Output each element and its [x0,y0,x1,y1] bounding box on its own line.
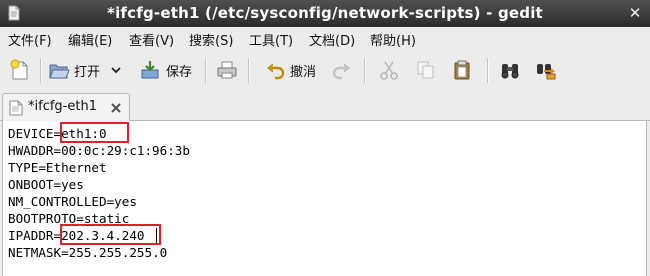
undo-label: 撤消 [290,64,317,80]
text-cursor [156,228,157,243]
printer-icon [216,59,238,81]
undo-button[interactable]: 撤消 [265,49,316,91]
paste-button[interactable] [451,49,473,91]
editor-line[interactable]: HWADDR=00:0c:29:c1:96:3b [8,142,190,159]
find-replace-button[interactable] [535,49,557,91]
editor-line[interactable]: ONBOOT=yes [8,176,84,193]
clipboard-icon [451,59,473,81]
toolbar: 打开 保存 撤消 [0,49,650,91]
copy-icon [415,59,437,81]
cut-button[interactable] [378,49,400,91]
chevron-down-icon [110,64,122,76]
annotation-box-device [60,122,129,143]
tab-label: *ifcfg-eth1 [28,99,97,114]
document-tab-bar: *ifcfg-eth1 [0,91,650,121]
save-icon [139,59,161,81]
menu-bar: 文件(F) 编辑(E) 查看(V) 搜索(S) 工具(T) 文档(D) 帮助(H… [0,27,650,49]
editor-line[interactable]: NM_CONTROLLED=yes [8,193,137,210]
menu-documents[interactable]: 文档(D) [309,30,355,49]
print-button[interactable] [216,49,238,91]
redo-button[interactable] [330,49,352,91]
close-icon[interactable] [109,100,123,114]
binoculars-icon [499,59,521,81]
find-replace-icon [535,59,557,81]
save-button[interactable]: 保存 [139,49,192,91]
scissors-icon [378,59,400,81]
open-folder-icon [48,59,70,81]
save-label: 保存 [166,64,193,80]
document-icon [9,100,23,120]
redo-icon [330,59,352,81]
open-recent-dropdown[interactable] [110,49,122,91]
editor-line[interactable]: NETMASK=255.255.255.0 [8,244,167,261]
menu-file[interactable]: 文件(F) [8,30,52,49]
new-document-icon [9,59,31,81]
menu-view[interactable]: 查看(V) [129,30,174,49]
open-label: 打开 [74,64,101,80]
menu-edit[interactable]: 编辑(E) [68,30,112,49]
annotation-box-ipaddr [60,224,161,245]
undo-icon [265,59,287,81]
new-button[interactable] [9,49,31,91]
copy-button[interactable] [415,49,437,91]
find-button[interactable] [499,49,521,91]
title-bar: *ifcfg-eth1 (/etc/sysconfig/network-scri… [0,0,650,27]
tab-ifcfg-eth1[interactable]: *ifcfg-eth1 [2,93,130,121]
menu-help[interactable]: 帮助(H) [370,30,416,49]
window-close-button[interactable]: ✕ [626,4,644,22]
text-editor[interactable]: DEVICE=eth1:0 HWADDR=00:0c:29:c1:96:3b T… [2,121,647,276]
editor-line[interactable]: TYPE=Ethernet [8,159,107,176]
open-button[interactable]: 打开 [48,49,100,91]
menu-search[interactable]: 搜索(S) [189,30,233,49]
menu-tools[interactable]: 工具(T) [249,30,293,49]
window-title: *ifcfg-eth1 (/etc/sysconfig/network-scri… [107,4,543,22]
